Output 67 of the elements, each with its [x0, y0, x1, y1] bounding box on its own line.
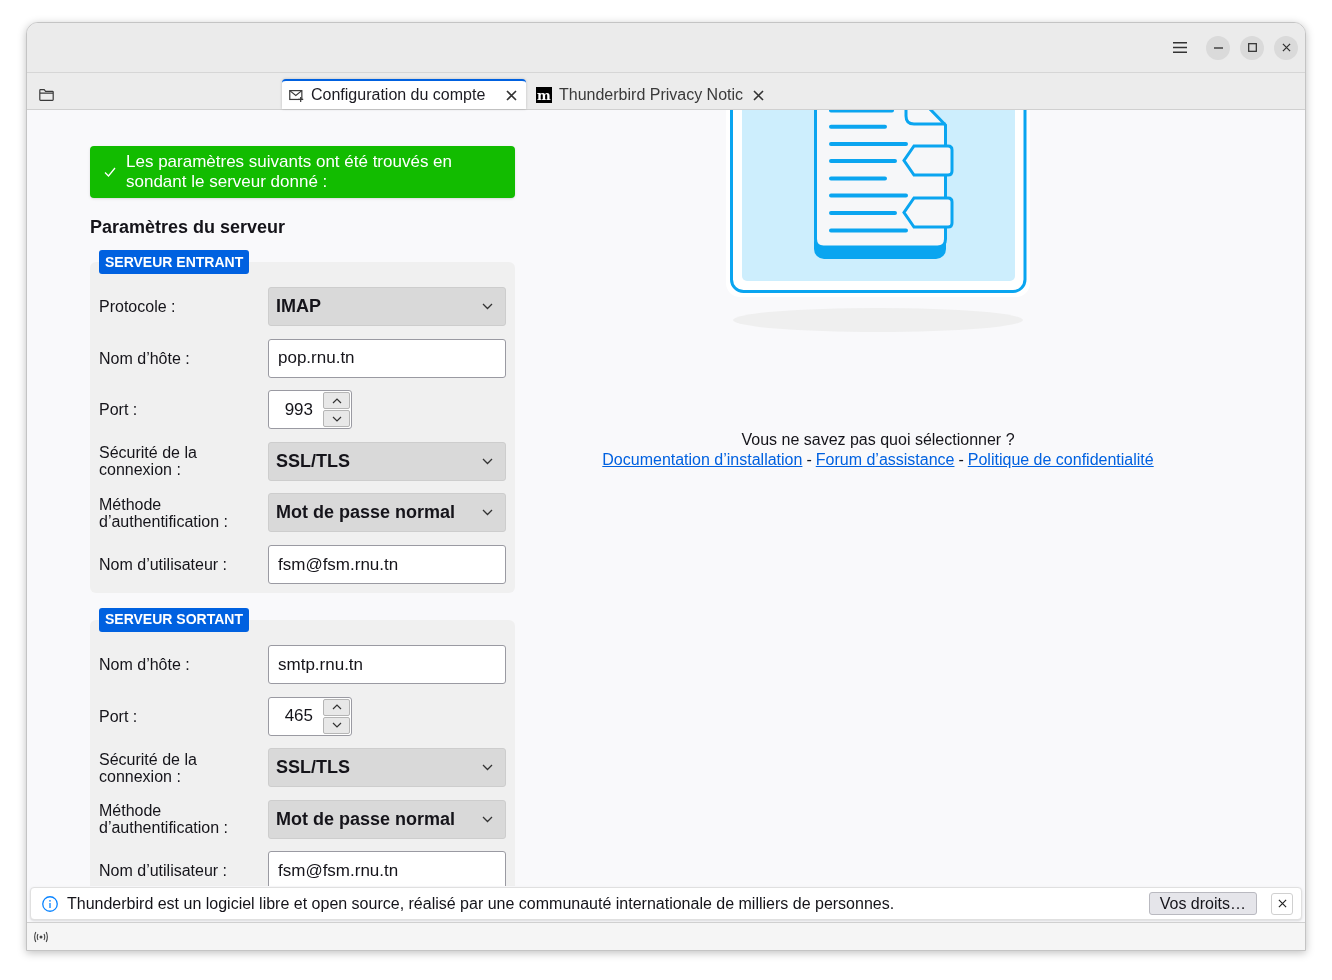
notification-text: Thunderbird est un logiciel libre et open source, réalisé par une communauté internationale de milliers de personnes. — [67, 893, 896, 914]
link-separator: - — [806, 450, 812, 470]
number-field[interactable]: 993 — [268, 390, 352, 430]
close-icon — [1277, 899, 1287, 908]
folder-icon — [39, 89, 54, 101]
field-label: Port : — [99, 401, 138, 419]
dropdown[interactable]: Mot de passe normal — [268, 493, 506, 533]
close-button[interactable] — [1271, 892, 1293, 915]
section-heading: Paramètres du serveur — [90, 216, 286, 238]
number-field[interactable]: 465 — [268, 696, 352, 736]
text-field[interactable]: fsm@fsm.rnu.tn — [268, 544, 506, 584]
dropdown[interactable]: SSL/TLS — [268, 441, 506, 481]
chevron-down-icon — [482, 457, 493, 465]
chevron-down-icon — [482, 764, 493, 772]
logo-icon: m — [536, 87, 552, 103]
chevron-up-icon — [331, 397, 342, 404]
tab[interactable]: m Thunderbird Privacy Notic — [529, 79, 773, 109]
menu-button[interactable] — [1173, 42, 1187, 53]
field-label: Nom d’utilisateur : — [99, 555, 228, 573]
spin-down-button[interactable] — [323, 716, 350, 734]
close-icon[interactable] — [506, 89, 517, 101]
maximize-icon — [1247, 43, 1257, 52]
check-icon — [104, 167, 116, 177]
dropdown[interactable]: Mot de passe normal — [268, 799, 506, 839]
tab[interactable]: Configuration du compte — [282, 79, 526, 109]
spin-up-button[interactable] — [323, 698, 350, 716]
minimize-icon — [1213, 46, 1223, 49]
close-icon[interactable] — [753, 89, 764, 101]
field-label: Port : — [99, 707, 138, 725]
menu-icon — [1173, 42, 1187, 53]
text-field[interactable]: smtp.rnu.tn — [268, 644, 506, 684]
spin-down-button[interactable] — [323, 410, 350, 428]
banner-text: Les paramètres suivants ont été trouvés en sondant le serveur donné : — [126, 152, 453, 192]
close-icon — [1281, 43, 1291, 52]
field-label: Méthode d’authentification : — [99, 495, 229, 530]
field-label: Nom d’hôte : — [99, 349, 190, 367]
field-label: Méthode d’authentification : — [99, 802, 229, 837]
field-label: Nom d’utilisateur : — [99, 862, 228, 880]
section-badge: SERVEUR SORTANT — [99, 607, 249, 632]
info-icon — [42, 895, 58, 912]
maximize-button[interactable] — [1240, 35, 1264, 60]
field-label: Nom d’hôte : — [99, 655, 190, 673]
help-link[interactable]: Documentation d’installation — [602, 450, 803, 470]
close-button[interactable] — [1274, 35, 1298, 60]
chevron-down-icon — [482, 815, 493, 823]
dropdown[interactable]: SSL/TLS — [268, 748, 506, 788]
help-text: Vous ne savez pas quoi sélectionner ? — [741, 430, 1015, 450]
chevron-down-icon — [331, 722, 342, 729]
field-label: Sécurité de la connexion : — [99, 444, 198, 479]
envelope-icon — [289, 88, 304, 102]
spin-up-button[interactable] — [323, 392, 350, 410]
text-field[interactable]: fsm@fsm.rnu.tn — [268, 851, 506, 886]
rights-button[interactable]: Vos droits… — [1148, 892, 1257, 915]
help-link[interactable]: Forum d’assistance — [815, 450, 955, 470]
section-badge: SERVEUR ENTRANT — [99, 250, 250, 274]
chevron-down-icon — [482, 509, 493, 517]
chevron-up-icon — [331, 704, 342, 711]
broadcast-icon — [33, 930, 49, 943]
minimize-button[interactable] — [1206, 35, 1230, 60]
field-label: Sécurité de la connexion : — [99, 750, 198, 785]
help-link[interactable]: Politique de confidentialité — [967, 450, 1154, 470]
link-separator: - — [958, 450, 964, 470]
field-label: Protocole : — [99, 298, 176, 315]
chevron-down-icon — [331, 415, 342, 422]
dropdown[interactable]: IMAP — [268, 287, 506, 326]
text-field[interactable]: pop.rnu.tn — [268, 338, 506, 378]
chevron-down-icon — [482, 303, 493, 310]
